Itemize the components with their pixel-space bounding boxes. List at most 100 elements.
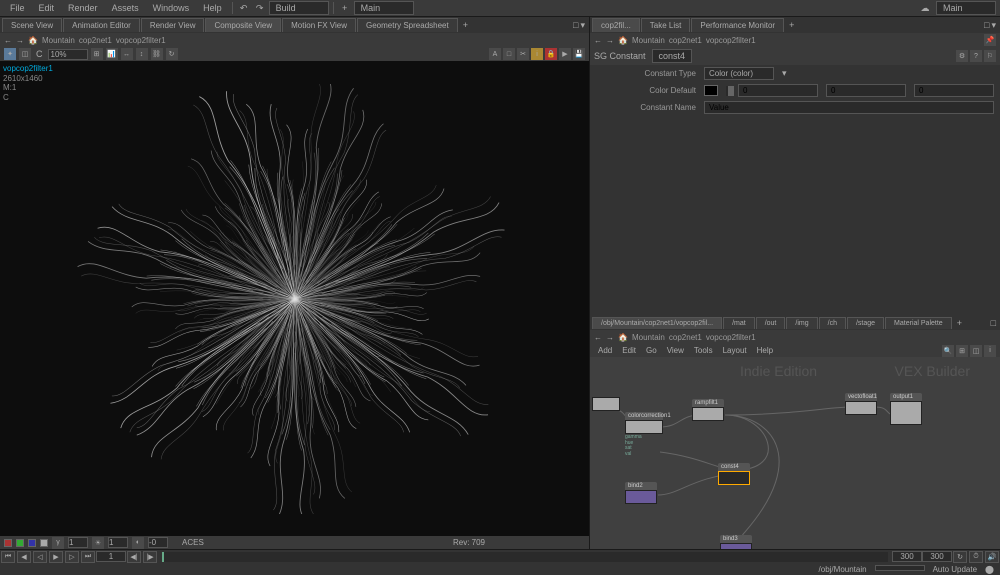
pick-icon[interactable]: ✦ bbox=[4, 48, 16, 60]
scene-name[interactable]: Main bbox=[936, 1, 996, 15]
desktop-dropdown[interactable]: Build bbox=[269, 1, 329, 15]
bc-vopcop[interactable]: vopcop2filter1 bbox=[706, 333, 756, 342]
forward-icon[interactable]: → bbox=[16, 36, 24, 45]
help-icon[interactable]: ? bbox=[970, 50, 982, 62]
dropdown-icon[interactable]: ▾ bbox=[782, 68, 787, 79]
grid-icon[interactable]: ⊞ bbox=[91, 48, 103, 60]
cloud-icon[interactable]: ☁ bbox=[918, 1, 932, 15]
path-tab-matpal[interactable]: Material Palette bbox=[885, 317, 952, 329]
node-vecfloat[interactable]: vectofloat1 bbox=[845, 393, 877, 415]
bc-obj[interactable]: 🏠 bbox=[618, 333, 628, 342]
path-tab-img[interactable]: /img bbox=[786, 317, 817, 329]
bc-vopcop[interactable]: vopcop2filter1 bbox=[116, 36, 166, 45]
tab-composite-view[interactable]: Composite View bbox=[205, 18, 281, 32]
link-icon[interactable]: ⛓ bbox=[151, 48, 163, 60]
node-menu-edit[interactable]: Edit bbox=[618, 345, 640, 356]
layout-icon[interactable]: ◫ bbox=[970, 345, 982, 357]
step-fwd-icon[interactable]: ▷ bbox=[65, 551, 79, 563]
exp-icon[interactable]: ☀ bbox=[92, 537, 104, 549]
gamma-input[interactable] bbox=[68, 537, 88, 548]
path-tab-stage[interactable]: /stage bbox=[847, 317, 884, 329]
node-const[interactable]: const4 bbox=[718, 463, 750, 485]
forward-icon[interactable]: → bbox=[606, 333, 614, 342]
composite-viewport[interactable]: vopcop2filter1 2610x1460 M:1 C bbox=[0, 61, 589, 536]
flag-icon[interactable]: ⚐ bbox=[984, 50, 996, 62]
flip-h-icon[interactable]: ↔ bbox=[121, 48, 133, 60]
crop-icon[interactable]: ✂ bbox=[517, 48, 529, 60]
save-icon[interactable]: 💾 bbox=[573, 48, 585, 60]
path-tab-out[interactable]: /out bbox=[756, 317, 786, 329]
exp-input[interactable] bbox=[108, 537, 128, 548]
menu-icon[interactable]: ▾ bbox=[580, 20, 585, 31]
fullscreen-icon[interactable]: □ bbox=[573, 20, 578, 31]
bc-copnet[interactable]: cop2net1 bbox=[79, 36, 112, 45]
zoom-input[interactable] bbox=[48, 49, 88, 60]
menu-edit[interactable]: Edit bbox=[33, 1, 61, 15]
display-icon[interactable]: □ bbox=[503, 48, 515, 60]
color-b-input[interactable] bbox=[914, 84, 994, 97]
plus-icon[interactable]: + bbox=[338, 1, 352, 15]
key-next-icon[interactable]: |▶ bbox=[143, 551, 157, 563]
node-output[interactable]: output1 bbox=[890, 393, 922, 425]
back-icon[interactable]: ← bbox=[4, 36, 12, 45]
bc-obj[interactable]: 🏠 bbox=[618, 36, 628, 45]
black-input[interactable] bbox=[148, 537, 168, 548]
path-tab-mat[interactable]: /mat bbox=[723, 317, 755, 329]
bc-obj[interactable]: 🏠 bbox=[28, 36, 38, 45]
swatch-alpha[interactable] bbox=[40, 539, 48, 547]
bc-mountain[interactable]: Mountain bbox=[42, 36, 75, 45]
undo-icon[interactable]: ↶ bbox=[237, 1, 251, 15]
realtime-icon[interactable]: ⏱ bbox=[969, 551, 983, 563]
color-g-input[interactable] bbox=[826, 84, 906, 97]
node-bind2[interactable]: bind3 bbox=[720, 535, 752, 549]
goto-start-icon[interactable]: ⏮ bbox=[1, 551, 15, 563]
start-frame[interactable]: 300 bbox=[892, 551, 922, 562]
node-menu-tools[interactable]: Tools bbox=[690, 345, 717, 356]
node-bind1[interactable]: bind2 bbox=[625, 482, 657, 504]
goto-end-icon[interactable]: ⏭ bbox=[81, 551, 95, 563]
menu-assets[interactable]: Assets bbox=[106, 1, 145, 15]
scene-dropdown[interactable]: Main bbox=[354, 1, 414, 15]
add-tab-icon[interactable]: + bbox=[459, 20, 472, 30]
histogram-icon[interactable]: 📊 bbox=[106, 48, 118, 60]
swatch-green[interactable] bbox=[16, 539, 24, 547]
alpha-icon[interactable]: A bbox=[489, 48, 501, 60]
info-icon[interactable]: i bbox=[984, 345, 996, 357]
fullscreen-icon[interactable]: □ bbox=[991, 318, 996, 328]
step-back-icon[interactable]: ◀ bbox=[17, 551, 31, 563]
node-canvas[interactable]: Indie Edition VEX Builder colorcorrectio… bbox=[590, 357, 1000, 549]
redo-icon[interactable]: ↷ bbox=[253, 1, 267, 15]
bc-copnet[interactable]: cop2net1 bbox=[669, 36, 702, 45]
add-tab-icon[interactable]: + bbox=[785, 20, 798, 30]
aces-icon[interactable]: ◐ bbox=[132, 537, 144, 549]
menu-icon[interactable]: ▾ bbox=[991, 20, 996, 31]
node-global[interactable] bbox=[592, 397, 620, 411]
pin-icon[interactable]: 📌 bbox=[984, 34, 996, 46]
tab-render-view[interactable]: Render View bbox=[141, 18, 205, 32]
refresh-icon[interactable]: ↻ bbox=[166, 48, 178, 60]
search-icon[interactable]: 🔍 bbox=[942, 345, 954, 357]
render-icon[interactable]: ▶ bbox=[559, 48, 571, 60]
color-r-slider[interactable] bbox=[726, 86, 730, 96]
node-menu-layout[interactable]: Layout bbox=[719, 345, 751, 356]
color-preview[interactable] bbox=[704, 85, 718, 96]
node-menu-view[interactable]: View bbox=[663, 345, 688, 356]
forward-icon[interactable]: → bbox=[606, 36, 614, 45]
fullscreen-icon[interactable]: □ bbox=[984, 20, 989, 31]
play-icon[interactable]: ▶ bbox=[49, 551, 63, 563]
tab-scene-view[interactable]: Scene View bbox=[2, 18, 62, 32]
node-name-field[interactable]: const4 bbox=[652, 49, 693, 63]
color-r-input[interactable] bbox=[738, 84, 818, 97]
colorspace-label[interactable]: ACES bbox=[182, 538, 204, 547]
update-mode[interactable]: Auto Update bbox=[933, 565, 977, 574]
loop-icon[interactable]: ↻ bbox=[953, 551, 967, 563]
menu-windows[interactable]: Windows bbox=[147, 1, 196, 15]
grid-icon[interactable]: ⊞ bbox=[956, 345, 968, 357]
menu-render[interactable]: Render bbox=[62, 1, 104, 15]
menu-file[interactable]: File bbox=[4, 1, 31, 15]
type-dropdown[interactable]: Color (color) bbox=[704, 67, 774, 80]
menu-help[interactable]: Help bbox=[197, 1, 228, 15]
node-ramp[interactable]: rampfilt1 bbox=[692, 399, 724, 421]
tab-anim-editor[interactable]: Animation Editor bbox=[63, 18, 140, 32]
bc-mountain[interactable]: Mountain bbox=[632, 36, 665, 45]
